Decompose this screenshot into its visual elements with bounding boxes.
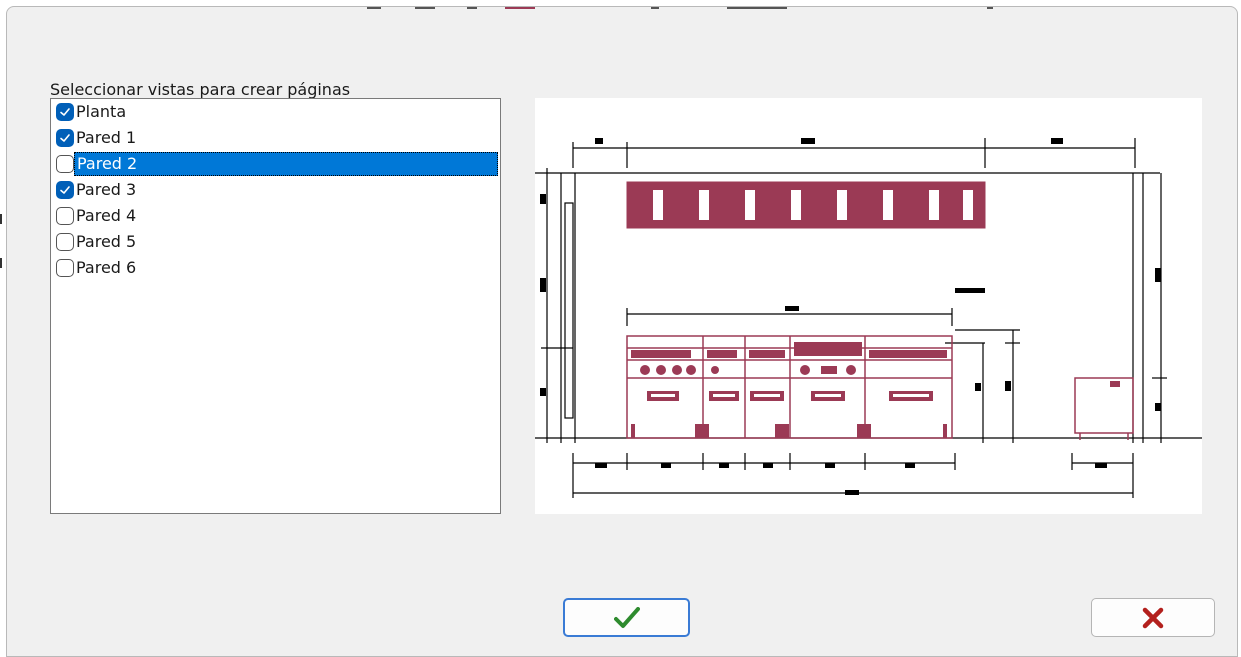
view-label: Pared 2: [74, 152, 498, 176]
checkbox-unchecked-icon[interactable]: [56, 207, 74, 225]
view-label: Planta: [76, 102, 127, 121]
views-checklist[interactable]: Planta Pared 1 Pared 2 Pared 3 Pared 4 Pared …: [50, 98, 501, 514]
ok-button[interactable]: [563, 598, 690, 637]
view-label: Pared 4: [76, 206, 137, 225]
view-label: Pared 3: [76, 180, 137, 199]
close-x-icon: [1142, 607, 1164, 628]
view-list-item[interactable]: Pared 2: [51, 151, 500, 177]
view-list-item[interactable]: Pared 5: [51, 229, 500, 255]
checkbox-unchecked-icon[interactable]: [56, 233, 74, 251]
cancel-button[interactable]: [1091, 598, 1215, 637]
view-label: Pared 6: [76, 258, 137, 277]
view-label: Pared 1: [76, 128, 137, 147]
view-list-item[interactable]: Pared 4: [51, 203, 500, 229]
create-pages-dialog: Seleccionar vistas para crear páginas Pl…: [6, 6, 1238, 657]
view-label: Pared 5: [76, 232, 137, 251]
checkbox-checked-icon[interactable]: [56, 181, 74, 199]
checkbox-unchecked-icon[interactable]: [56, 259, 74, 277]
view-list-item[interactable]: Pared 1: [51, 125, 500, 151]
window-edge-mark: [0, 258, 2, 268]
checkbox-checked-icon[interactable]: [56, 129, 74, 147]
view-list-item[interactable]: Planta: [51, 99, 500, 125]
wall-elevation-preview: [535, 98, 1202, 514]
checkmark-icon: [613, 606, 640, 628]
window-edge-mark: [0, 214, 2, 224]
title-bar-fragments: [367, 7, 1007, 10]
elevation-drawing: [535, 138, 1202, 498]
view-list-item[interactable]: Pared 3: [51, 177, 500, 203]
view-list-item[interactable]: Pared 6: [51, 255, 500, 281]
checkbox-checked-icon[interactable]: [56, 103, 74, 121]
views-group-label: Seleccionar vistas para crear páginas: [50, 80, 351, 99]
checkbox-unchecked-icon[interactable]: [56, 155, 74, 173]
